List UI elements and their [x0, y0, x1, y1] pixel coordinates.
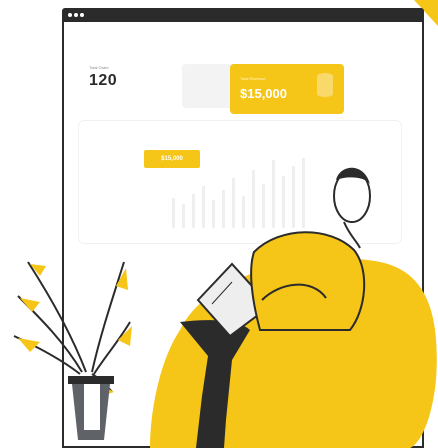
illustration-layer: [13, 158, 437, 448]
plant-illustration: [13, 261, 132, 396]
plant-pot: [68, 376, 114, 440]
chart-bars: [172, 158, 305, 228]
person-head: [333, 167, 371, 249]
illustration-scene: Total Order 120 Total Revenue $15,000 $1…: [0, 0, 438, 448]
person-torso: [250, 231, 366, 331]
